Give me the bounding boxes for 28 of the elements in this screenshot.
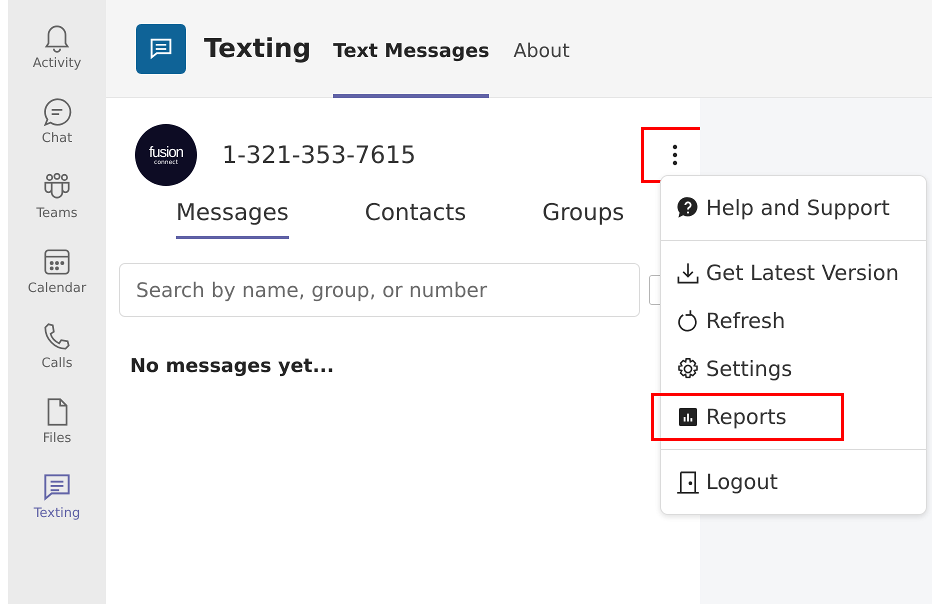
settings-icon — [676, 357, 700, 381]
menu-item[interactable]: Help and Support — [651, 184, 932, 232]
sidebar-item[interactable]: Teams — [17, 170, 97, 221]
phone-number: 1-321-353-7615 — [222, 141, 416, 169]
sidebar-item[interactable]: Calls — [17, 320, 97, 371]
more-vertical-icon — [672, 144, 678, 166]
menu-item[interactable]: Settings — [651, 345, 932, 393]
app-icon — [136, 24, 186, 74]
search-field[interactable]: Search by name, group, or number — [119, 263, 640, 317]
content-tab[interactable]: Groups — [542, 200, 624, 239]
sidebar-item[interactable]: Chat — [17, 95, 97, 146]
menu-item[interactable]: Reports — [651, 393, 844, 441]
menu-item[interactable]: Logout — [651, 458, 932, 506]
app-title: Texting — [204, 34, 312, 64]
sidebar-item[interactable]: Texting — [17, 470, 97, 521]
header-tab[interactable]: About — [513, 0, 570, 98]
menu-item[interactable]: Refresh — [651, 297, 932, 345]
sidebar-item[interactable]: Calendar — [17, 245, 97, 296]
content-tab[interactable]: Contacts — [364, 200, 466, 239]
door-icon — [676, 470, 700, 494]
help-icon — [676, 196, 700, 220]
menu-item[interactable]: Get Latest Version — [651, 249, 932, 297]
sidebar-item[interactable]: Activity — [17, 20, 97, 71]
content-tab[interactable]: Messages — [176, 200, 289, 239]
download-icon — [676, 261, 700, 285]
sidebar-item[interactable]: Files — [17, 395, 97, 446]
chart-icon — [679, 408, 697, 426]
empty-state-text: No messages yet... — [130, 355, 334, 377]
